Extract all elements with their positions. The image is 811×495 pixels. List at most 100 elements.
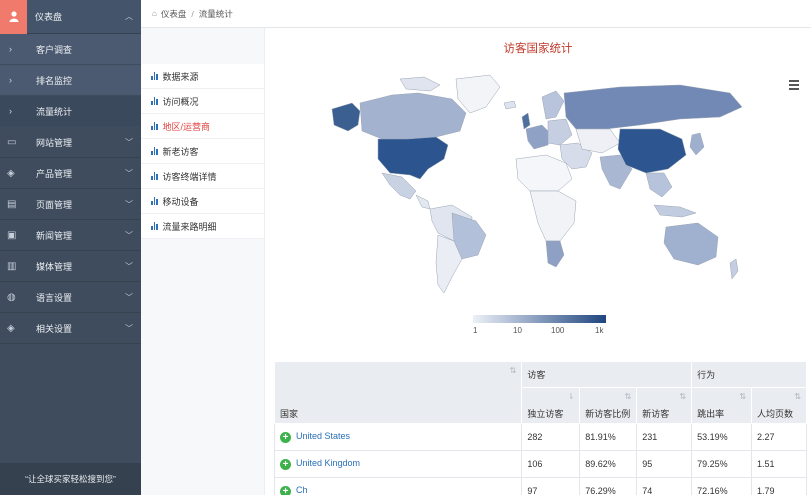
page-icon: ▤	[7, 198, 17, 210]
sidebar-sub-label: 客户调查	[36, 44, 73, 55]
country-link[interactable]: Ch	[296, 485, 308, 495]
sidebar-item-label: 页面管理	[36, 199, 73, 210]
table-row: + United Kingdom 106 89.62% 95 79.25% 1.5…	[273, 450, 807, 478]
map-region-canada-arctic	[399, 76, 441, 92]
subnav-item-new-old[interactable]: 新老访客	[141, 139, 264, 164]
subnav-item-overview[interactable]: 访问概况	[141, 89, 264, 114]
expand-plus-icon[interactable]: +	[280, 458, 291, 470]
user-icon	[0, 0, 27, 34]
map-region-canada	[359, 92, 467, 140]
cell-new: 74	[636, 477, 693, 495]
bar-chart-icon	[151, 97, 159, 105]
chevron-down-icon: ﹀	[125, 168, 133, 178]
map-region-usa	[377, 136, 449, 180]
legend-tick: 1	[473, 326, 478, 335]
bar-chart-icon	[151, 197, 159, 205]
sort-desc-icon: ⇂	[567, 392, 575, 401]
breadcrumb-home[interactable]: 仪表盘	[161, 8, 187, 20]
map-region-russia	[563, 84, 743, 130]
country-cell[interactable]: + United Kingdom	[273, 450, 523, 478]
cell-new-ratio: 81.91%	[579, 423, 638, 451]
map-region-central-america	[415, 194, 431, 210]
map-region-australia	[663, 222, 719, 266]
subnav-item-region[interactable]: 地区/运营商	[141, 114, 264, 139]
sidebar-sub-label: 流量统计	[36, 106, 73, 117]
expand-plus-icon[interactable]: +	[280, 431, 291, 443]
map-region-new-zealand	[729, 258, 739, 280]
col-header-country[interactable]: ⇅ 国家	[273, 361, 523, 424]
subnav-item-sources[interactable]: 数据来源	[141, 64, 264, 89]
country-link[interactable]: United Kingdom	[296, 458, 360, 468]
legend-ticks: 1 10 100 1k	[473, 323, 613, 335]
cell-new-ratio: 89.62%	[579, 450, 638, 478]
sidebar-slogan: “让全球买家轻松搜到您”	[0, 463, 141, 495]
chevron-down-icon: ﹀	[125, 261, 133, 271]
cell-unique: 106	[521, 450, 581, 478]
subnav-item-referrers[interactable]: 流量来路明细	[141, 214, 264, 239]
monitor-icon: ▭	[7, 136, 17, 148]
bar-chart-icon	[151, 147, 159, 155]
map-legend: 1 10 100 1k	[473, 315, 613, 335]
col-header-new-ratio[interactable]: ⇅ 新访客比例	[579, 387, 638, 424]
col-header-label: 新访客比例	[585, 409, 631, 419]
news-icon: ▣	[7, 229, 17, 241]
chevron-right-icon: ›	[9, 106, 12, 116]
chevron-down-icon: ﹀	[125, 137, 133, 147]
home-icon: ⌂	[152, 9, 157, 18]
world-map	[331, 74, 743, 294]
sidebar-item-label: 仪表盘	[35, 12, 63, 22]
sidebar-item-dashboard[interactable]: 仪表盘 ︿	[0, 0, 141, 34]
cell-pages: 1.79	[751, 477, 807, 495]
cell-new: 231	[636, 423, 693, 451]
legend-gradient	[473, 315, 606, 323]
map-region-japan	[689, 132, 705, 156]
country-link[interactable]: United States	[296, 431, 350, 441]
cell-unique: 97	[521, 477, 581, 495]
map-region-iceland	[503, 100, 517, 110]
subnav-item-terminal[interactable]: 访客终端详情	[141, 164, 264, 189]
map-region-europe-w	[525, 124, 551, 150]
sidebar-sub-ranking[interactable]: › 排名监控	[0, 65, 141, 96]
menu-icon[interactable]	[789, 80, 799, 92]
country-stats-table: ⇅ 国家 访客 行为 ⇂ 独立访客 ⇅ 新访客比例 ⇅ 新访客 ⇅ 跳出率 ⇅ 人均页数 +…	[273, 361, 807, 495]
country-cell[interactable]: + United States	[273, 423, 523, 451]
sidebar-sub-survey[interactable]: › 客户调查	[0, 34, 141, 65]
chevron-down-icon: ﹀	[125, 199, 133, 209]
map-region-africa-c	[529, 190, 577, 242]
col-header-new[interactable]: ⇅ 新访客	[636, 387, 693, 424]
cell-bounce: 53.19%	[691, 423, 753, 451]
country-cell[interactable]: + Ch	[273, 477, 523, 495]
sidebar-item-label: 相关设置	[36, 323, 73, 334]
col-header-label: 国家	[280, 409, 299, 419]
sidebar-item-language[interactable]: ◍ 语言设置 ﹀	[0, 282, 141, 313]
col-header-label: 新访客	[642, 409, 670, 419]
group-header-visitors: 访客	[521, 361, 693, 388]
chevron-down-icon: ﹀	[125, 323, 133, 333]
col-header-pages[interactable]: ⇅ 人均页数	[751, 387, 807, 424]
bar-chart-icon	[151, 72, 159, 80]
sidebar-item-news[interactable]: ▣ 新闻管理 ﹀	[0, 220, 141, 251]
col-header-unique[interactable]: ⇂ 独立访客	[521, 387, 581, 424]
subnav-item-mobile[interactable]: 移动设备	[141, 189, 264, 214]
sidebar-item-products[interactable]: ◈ 产品管理 ﹀	[0, 158, 141, 189]
sidebar: 仪表盘 ︿ › 客户调查 › 排名监控 › 流量统计 ▭ 网站管理 ﹀ ◈ 产品管理 ﹀ ▤ 页…	[0, 0, 141, 495]
sidebar-item-pages[interactable]: ▤ 页面管理 ﹀	[0, 189, 141, 220]
sidebar-item-settings[interactable]: ◈ 相关设置 ﹀	[0, 313, 141, 344]
sort-icon: ⇅	[679, 392, 687, 401]
sidebar-item-website[interactable]: ▭ 网站管理 ﹀	[0, 127, 141, 158]
map-region-uk	[521, 112, 531, 130]
bar-chart-icon	[151, 122, 159, 130]
subnav-label: 数据来源	[162, 71, 199, 82]
subnav-label: 移动设备	[162, 196, 199, 207]
legend-tick: 100	[551, 326, 565, 335]
sidebar-sub-traffic[interactable]: › 流量统计	[0, 96, 141, 127]
map-region-alaska	[331, 102, 361, 132]
sidebar-item-label: 媒体管理	[36, 261, 73, 272]
sidebar-item-media[interactable]: ▥ 媒体管理 ﹀	[0, 251, 141, 282]
col-header-bounce[interactable]: ⇅ 跳出率	[691, 387, 753, 424]
expand-plus-icon[interactable]: +	[280, 485, 291, 495]
cell-bounce: 79.25%	[691, 450, 753, 478]
map-region-mexico	[381, 172, 417, 200]
map-region-se-asia	[645, 172, 673, 198]
chevron-right-icon: ›	[9, 75, 12, 85]
